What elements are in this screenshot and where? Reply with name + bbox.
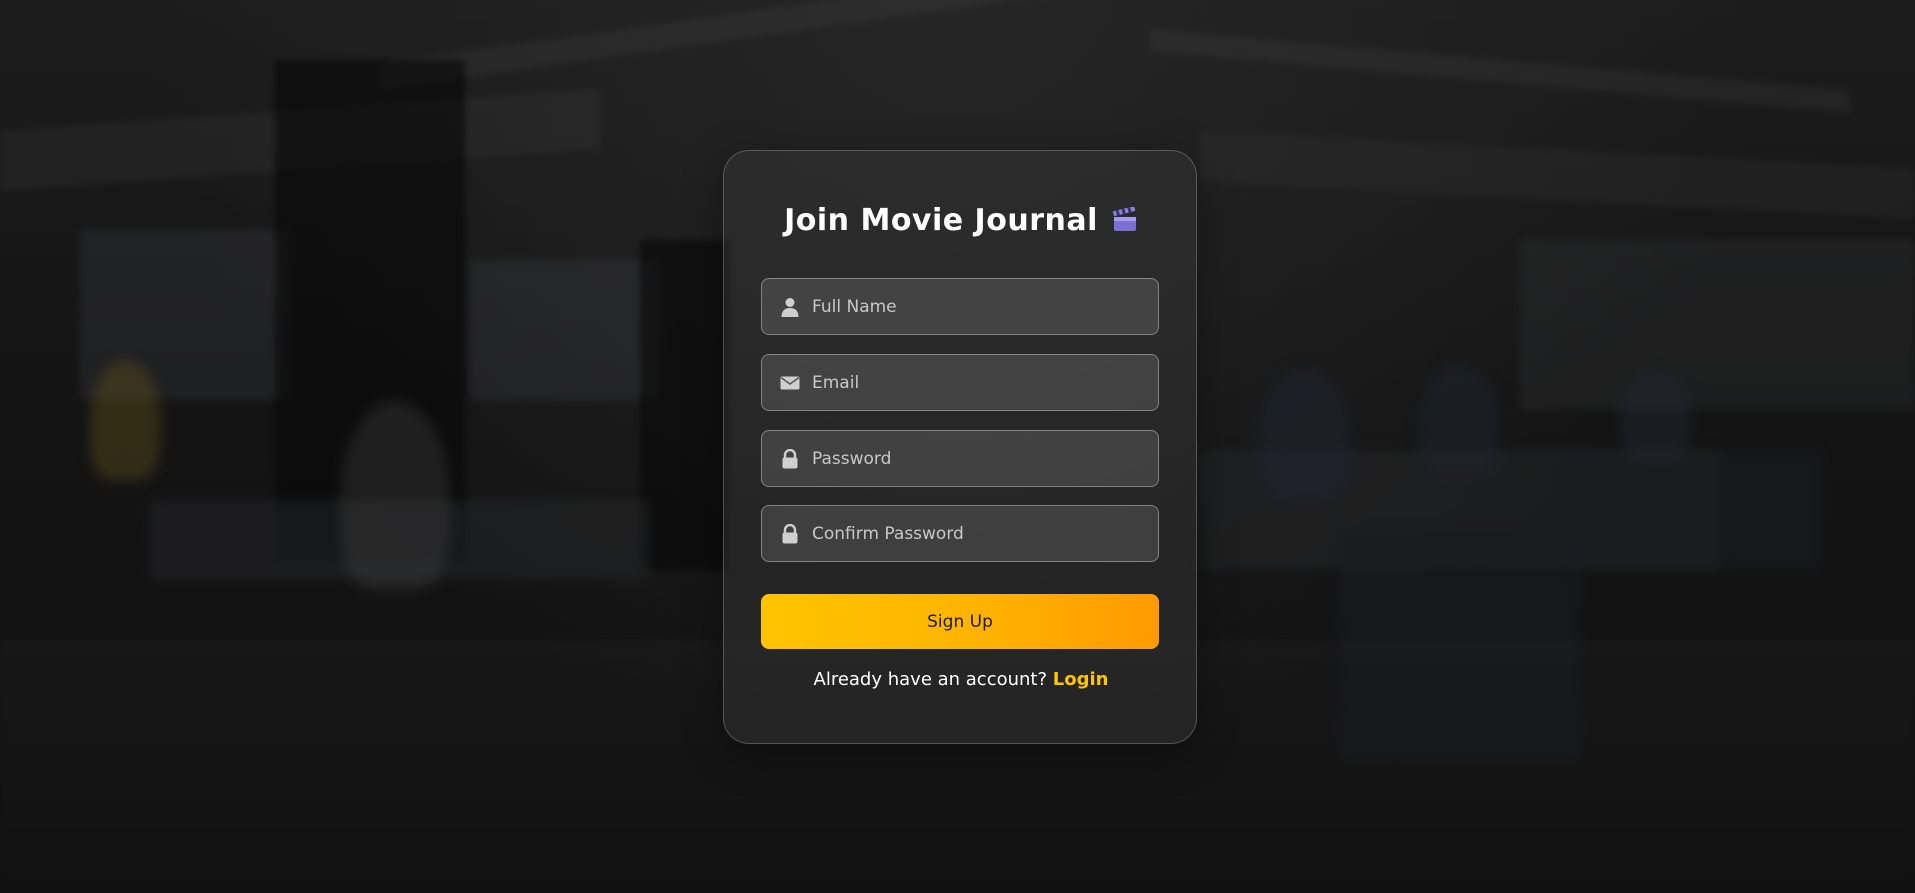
clapperboard-icon — [1112, 206, 1138, 232]
sign-up-button[interactable]: Sign Up — [761, 594, 1159, 649]
email-field[interactable] — [761, 354, 1159, 411]
full-name-input[interactable] — [812, 279, 1142, 334]
lock-icon — [780, 448, 800, 469]
login-prompt: Already have an account? Login — [724, 669, 1198, 690]
password-input[interactable] — [812, 431, 1142, 486]
page-title-text: Join Movie Journal — [784, 203, 1098, 238]
page-title: Join Movie Journal — [724, 203, 1198, 238]
full-name-field[interactable] — [761, 278, 1159, 335]
lock-icon — [780, 523, 800, 544]
confirm-password-input[interactable] — [812, 506, 1142, 561]
login-prompt-text: Already have an account? — [813, 669, 1053, 690]
login-link[interactable]: Login — [1053, 669, 1109, 690]
user-icon — [780, 297, 800, 317]
confirm-password-field[interactable] — [761, 505, 1159, 562]
envelope-icon — [780, 373, 800, 393]
signup-card: Join Movie Journal Full Name Email Sign … — [723, 150, 1197, 744]
email-input[interactable] — [812, 355, 1142, 410]
password-field[interactable] — [761, 430, 1159, 487]
